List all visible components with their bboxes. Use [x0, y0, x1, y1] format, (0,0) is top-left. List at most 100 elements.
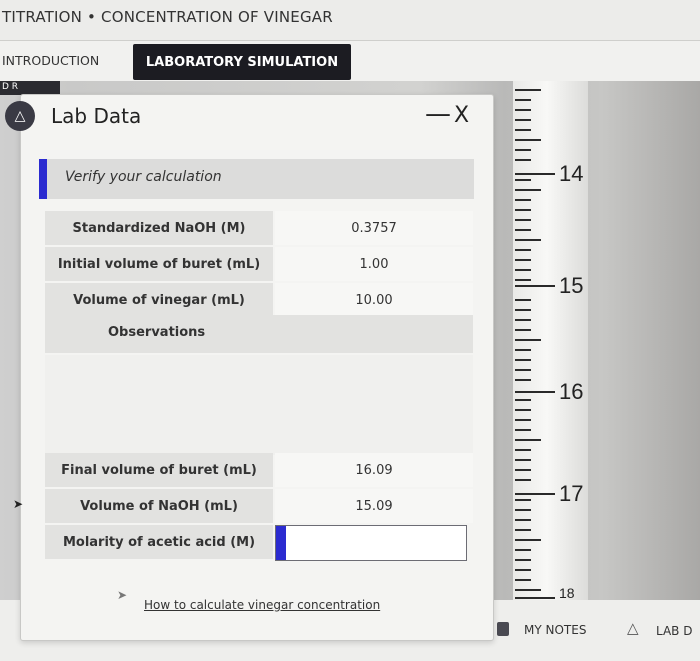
- buret-tick: [515, 579, 531, 581]
- background-strip-text: D R: [2, 82, 19, 92]
- notes-icon[interactable]: [497, 622, 509, 636]
- buret-tick: [515, 173, 555, 175]
- buret-tick: [515, 159, 531, 161]
- buret-tick: [515, 179, 531, 181]
- buret-tick: [515, 391, 555, 393]
- buret-tick: [515, 139, 541, 141]
- row-value: 10.00: [275, 283, 473, 317]
- buret-tick: [515, 349, 531, 351]
- row-value: 15.09: [275, 489, 473, 523]
- row-label: Volume of vinegar (mL): [45, 283, 273, 317]
- buret-tick: [515, 129, 531, 131]
- buret-tick: [515, 269, 531, 271]
- lab-data-panel: △ Lab Data — X Verify your calculation S…: [5, 94, 494, 641]
- buret-tick: [515, 589, 541, 591]
- buret-tick: [515, 369, 531, 371]
- verify-accent-bar: [39, 159, 47, 199]
- my-notes-button[interactable]: MY NOTES: [524, 623, 586, 637]
- buret-tick: [515, 279, 531, 281]
- minimize-button[interactable]: —: [425, 99, 451, 129]
- buret-tick: [515, 549, 531, 551]
- buret-tick: [515, 229, 531, 231]
- row-label: Volume of NaOH (mL): [45, 489, 273, 523]
- buret-tick: [515, 285, 555, 287]
- buret-tick: [515, 439, 541, 441]
- buret-tick: [515, 239, 541, 241]
- buret-tick: [515, 309, 531, 311]
- app-title: TITRATION • CONCENTRATION OF VINEGAR: [2, 8, 333, 26]
- buret-tick: [515, 209, 531, 211]
- buret-tick: [515, 259, 531, 261]
- buret-tick: [515, 329, 531, 331]
- buret-tick: [515, 539, 541, 541]
- buret-label-15: 15: [559, 273, 584, 298]
- buret-tick: [515, 119, 531, 121]
- app-header: TITRATION • CONCENTRATION OF VINEGAR: [0, 0, 700, 41]
- row-label: Standardized NaOH (M): [45, 211, 273, 245]
- background-strip: D R: [0, 81, 60, 95]
- buret-tick: [515, 149, 531, 151]
- buret-tick: [515, 379, 531, 381]
- table-row: Final volume of buret (mL) 16.09: [45, 453, 473, 487]
- mouse-cursor-icon: ➤: [13, 497, 24, 511]
- buret-tick: [515, 429, 531, 431]
- observations-label: Observations: [108, 325, 206, 340]
- buret-tick: [515, 249, 531, 251]
- buret-tick: [515, 559, 531, 561]
- buret-tick: [515, 529, 531, 531]
- panel-title: Lab Data: [51, 104, 142, 128]
- buret-tick: [515, 109, 531, 111]
- buret-tick: [515, 509, 531, 511]
- observations-area: [45, 355, 473, 455]
- buret-tick: [515, 89, 541, 91]
- row-value: 16.09: [275, 453, 473, 487]
- row-value: 1.00: [275, 247, 473, 281]
- buret-label-14: 14: [559, 161, 584, 186]
- close-button[interactable]: X: [454, 103, 469, 128]
- table-row: Standardized NaOH (M) 0.3757: [45, 211, 473, 245]
- molarity-input[interactable]: [288, 528, 462, 558]
- flask-icon: △: [5, 101, 35, 131]
- buret-tick: [515, 319, 531, 321]
- buret-label-18: 18: [559, 585, 575, 601]
- buret-tick: [515, 469, 531, 471]
- verify-heading-bar: Verify your calculation: [39, 159, 474, 199]
- buret-tick: [515, 339, 541, 341]
- row-label: Initial volume of buret (mL): [45, 247, 273, 281]
- panel-header: △ Lab Data — X: [5, 95, 493, 145]
- buret-tick: [515, 419, 531, 421]
- table-row: Initial volume of buret (mL) 1.00: [45, 247, 473, 281]
- observations-header: Observations: [45, 315, 473, 353]
- table-row: Volume of vinegar (mL) 10.00: [45, 283, 473, 317]
- flask-icon[interactable]: △: [627, 619, 639, 637]
- buret-tick: [515, 479, 531, 481]
- help-link[interactable]: How to calculate vinegar concentration: [144, 598, 380, 612]
- buret-tick: [515, 189, 541, 191]
- buret-tick: [515, 359, 531, 361]
- buret-tick: [515, 597, 555, 599]
- buret: 14 15 16 17 18: [513, 81, 588, 601]
- tab-introduction[interactable]: INTRODUCTION: [2, 53, 99, 68]
- buret-tick: [515, 449, 531, 451]
- buret-tick: [515, 199, 531, 201]
- buret-label-16: 16: [559, 379, 584, 404]
- buret-tick: [515, 99, 531, 101]
- row-label: Final volume of buret (mL): [45, 453, 273, 487]
- buret-tick: [515, 569, 531, 571]
- molarity-accent-bar: [276, 526, 286, 560]
- molarity-label: Molarity of acetic acid (M): [45, 525, 273, 559]
- buret-tick: [515, 409, 531, 411]
- buret-tick: [515, 519, 531, 521]
- buret-label-17: 17: [559, 481, 584, 506]
- buret-tick: [515, 299, 531, 301]
- verify-heading: Verify your calculation: [65, 169, 222, 185]
- table-row: Volume of NaOH (mL) 15.09: [45, 489, 473, 523]
- row-value: 0.3757: [275, 211, 473, 245]
- buret-tick: [515, 459, 531, 461]
- buret-tick: [515, 493, 555, 495]
- buret-tick: [515, 499, 531, 501]
- buret-tick: [515, 399, 531, 401]
- lab-data-button[interactable]: LAB D: [656, 624, 692, 638]
- molarity-input-box[interactable]: [275, 525, 467, 561]
- tab-laboratory-simulation[interactable]: LABORATORY SIMULATION: [133, 44, 351, 80]
